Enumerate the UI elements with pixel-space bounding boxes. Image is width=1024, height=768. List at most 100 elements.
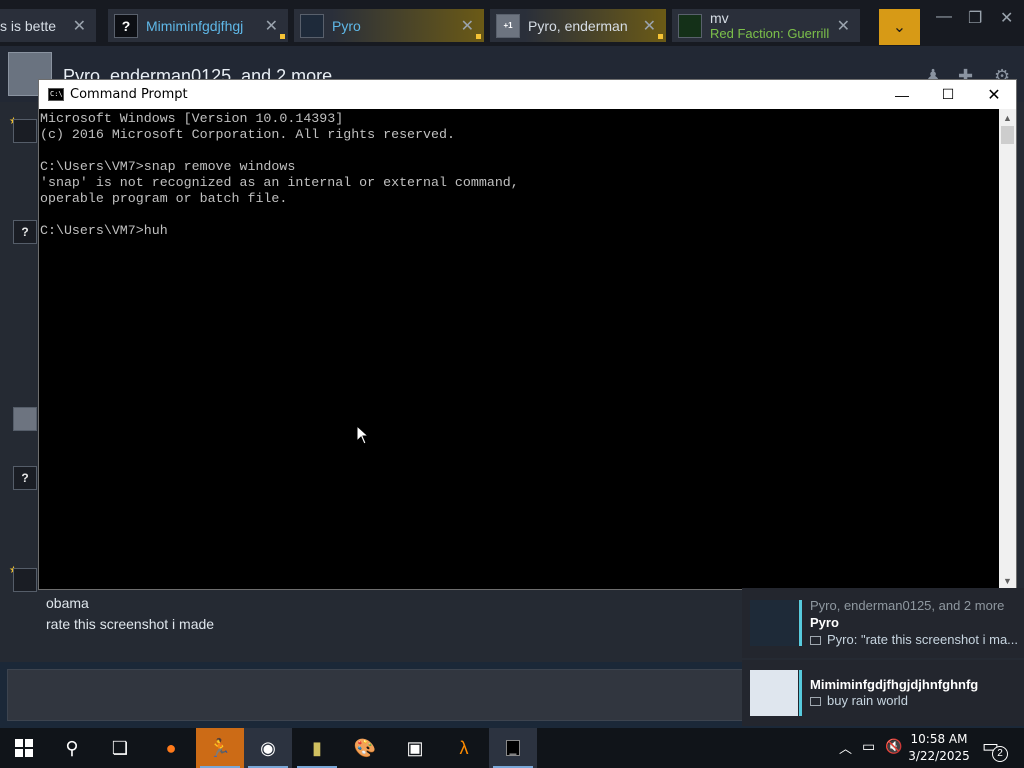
search-icon: ⚲ bbox=[65, 737, 79, 758]
chat-tab-5[interactable]: mv Red Faction: Guerrill ✕ bbox=[672, 9, 860, 42]
unread-indicator bbox=[658, 34, 663, 39]
maximize-icon: ☐ bbox=[941, 86, 955, 102]
notification-sender: Pyro bbox=[810, 615, 839, 630]
chat-tab-label: Mimiminfgdjfhgj bbox=[146, 17, 244, 34]
taskbar: ⚲ ❏ ● 🏃 ◉ ▮ 🎨 ▣ λ _ ︿ ▭ 🔇 10:58 AM 3/22/… bbox=[0, 728, 1024, 768]
start-button[interactable] bbox=[0, 728, 48, 768]
clock-time: 10:58 AM bbox=[910, 732, 968, 746]
scroll-thumb[interactable] bbox=[1001, 126, 1014, 144]
app-icon: ▣ bbox=[406, 737, 424, 758]
maximize-button[interactable]: ☐ bbox=[925, 80, 971, 109]
close-icon[interactable]: ✕ bbox=[643, 16, 656, 36]
clock-date: 3/22/2025 bbox=[908, 749, 970, 763]
restore-icon[interactable]: ❐ bbox=[968, 8, 982, 28]
close-icon: ✕ bbox=[987, 86, 1001, 104]
avatar bbox=[750, 600, 798, 646]
avatar[interactable] bbox=[13, 568, 37, 592]
chat-tab-3[interactable]: Pyro ✕ bbox=[294, 9, 484, 42]
avatar[interactable] bbox=[13, 407, 37, 431]
avatar[interactable]: ? bbox=[13, 220, 37, 244]
notification-preview: Pyro: "rate this screenshot i ma... bbox=[810, 632, 1020, 647]
taskbar-firefox[interactable]: ● bbox=[147, 728, 195, 768]
chat-tab-1[interactable]: s is bette ✕ bbox=[0, 9, 96, 42]
console-prompt-line[interactable]: C:\Users\VM7>huh bbox=[40, 223, 1001, 239]
chat-input[interactable] bbox=[7, 669, 747, 721]
task-view-icon: ❏ bbox=[111, 737, 129, 758]
windows-logo-icon bbox=[15, 739, 33, 757]
notification-group: Pyro, enderman0125, and 2 more bbox=[810, 598, 1005, 613]
minimize-button[interactable]: — bbox=[879, 80, 925, 109]
task-view-button[interactable]: ❏ bbox=[96, 728, 144, 768]
notification-sender: Mimiminfgdjfhgjdjhnfghnfg bbox=[810, 677, 979, 692]
close-icon[interactable]: ✕ bbox=[837, 16, 850, 36]
volume-muted-icon[interactable]: 🔇 bbox=[885, 738, 902, 755]
chat-tab-label: s is bette bbox=[0, 17, 57, 34]
paint-palette-icon: 🎨 bbox=[353, 737, 377, 758]
taskbar-aim[interactable]: 🏃 bbox=[196, 728, 244, 768]
taskbar-command-prompt[interactable]: _ bbox=[489, 728, 537, 768]
console-line: 'snap' is not recognized as an internal … bbox=[40, 175, 519, 190]
cmd-app-icon: C:\ bbox=[48, 88, 64, 101]
chat-notification[interactable]: Mimiminfgdjfhgjdjhnfghnfg buy rain world bbox=[742, 660, 1024, 726]
unread-indicator bbox=[280, 34, 285, 39]
command-prompt-window[interactable]: C:\ Command Prompt — ☐ ✕ Microsoft Windo… bbox=[38, 79, 1017, 590]
avatar bbox=[750, 670, 798, 716]
scroll-down-icon[interactable]: ▼ bbox=[999, 572, 1016, 589]
chat-tab-text: mv Red Faction: Guerrill bbox=[710, 10, 830, 41]
chat-notification[interactable]: Pyro, enderman0125, and 2 more Pyro Pyro… bbox=[742, 588, 1024, 658]
avatar: +1 bbox=[496, 13, 520, 38]
chat-message: rate this screenshot i made bbox=[46, 616, 215, 632]
search-button[interactable]: ⚲ bbox=[48, 728, 96, 768]
avatar: ? bbox=[114, 13, 138, 38]
game-status: Red Faction: Guerrill bbox=[710, 25, 830, 41]
taskbar-steam[interactable]: ◉ bbox=[244, 728, 292, 768]
console-line: C:\Users\VM7>snap remove windows bbox=[40, 159, 296, 174]
vertical-scrollbar[interactable]: ▲ ▼ bbox=[999, 109, 1016, 589]
avatar[interactable]: ? bbox=[13, 466, 37, 490]
console-line: Microsoft Windows [Version 10.0.14393] bbox=[40, 111, 344, 126]
steam-chat-tabbar: s is bette ✕ ? Mimiminfgdjfhgj ✕ Pyro ✕ … bbox=[0, 0, 1024, 46]
taskbar-app[interactable]: ▮ bbox=[293, 728, 341, 768]
window-title: Command Prompt bbox=[70, 87, 188, 102]
taskbar-paint[interactable]: 🎨 bbox=[341, 728, 389, 768]
close-icon[interactable]: ✕ bbox=[1000, 8, 1013, 28]
mouse-cursor-icon bbox=[356, 425, 370, 445]
steam-icon: ◉ bbox=[260, 737, 276, 758]
network-icon[interactable]: ▭ bbox=[862, 738, 875, 755]
online-bar bbox=[799, 670, 802, 716]
tab-overflow-button[interactable]: ⌄ bbox=[879, 9, 920, 45]
close-icon[interactable]: ✕ bbox=[73, 16, 86, 36]
chevron-down-icon: ⌄ bbox=[892, 19, 907, 36]
chat-bubble-icon bbox=[810, 697, 821, 707]
scroll-up-icon[interactable]: ▲ bbox=[999, 109, 1016, 126]
close-icon[interactable]: ✕ bbox=[265, 16, 278, 36]
avatar[interactable] bbox=[13, 119, 37, 143]
unread-indicator bbox=[476, 34, 481, 39]
minimize-icon[interactable]: — bbox=[936, 8, 952, 26]
notification-count-badge: 2 bbox=[992, 746, 1008, 762]
notification-text: Pyro: "rate this screenshot i ma... bbox=[827, 632, 1019, 647]
chat-tab-label: Pyro, enderman bbox=[528, 17, 628, 34]
app-icon: ▮ bbox=[312, 737, 322, 758]
console-output[interactable]: Microsoft Windows [Version 10.0.14393] (… bbox=[39, 109, 1001, 589]
window-titlebar[interactable]: C:\ Command Prompt — ☐ ✕ bbox=[39, 80, 1016, 109]
console-line: (c) 2016 Microsoft Corporation. All righ… bbox=[40, 127, 455, 142]
close-icon[interactable]: ✕ bbox=[461, 16, 474, 36]
clock[interactable]: 10:58 AM 3/22/2025 bbox=[905, 731, 973, 765]
chevron-up-icon[interactable]: ︿ bbox=[839, 738, 852, 757]
aim-running-man-icon: 🏃 bbox=[208, 737, 232, 758]
close-button[interactable]: ✕ bbox=[971, 80, 1017, 109]
chat-tab-4[interactable]: +1 Pyro, enderman ✕ bbox=[490, 9, 666, 42]
notification-preview: buy rain world bbox=[810, 693, 1020, 708]
taskbar-app[interactable]: ▣ bbox=[391, 728, 439, 768]
taskbar-half-life[interactable]: λ bbox=[440, 728, 488, 768]
avatar bbox=[678, 13, 702, 38]
notification-text: buy rain world bbox=[827, 693, 908, 708]
minimize-icon: — bbox=[895, 86, 909, 103]
chat-bubble-icon bbox=[810, 636, 821, 646]
chat-tab-2[interactable]: ? Mimiminfgdjfhgj ✕ bbox=[108, 9, 288, 42]
console-line: operable program or batch file. bbox=[40, 191, 288, 206]
firefox-icon: ● bbox=[165, 737, 177, 758]
